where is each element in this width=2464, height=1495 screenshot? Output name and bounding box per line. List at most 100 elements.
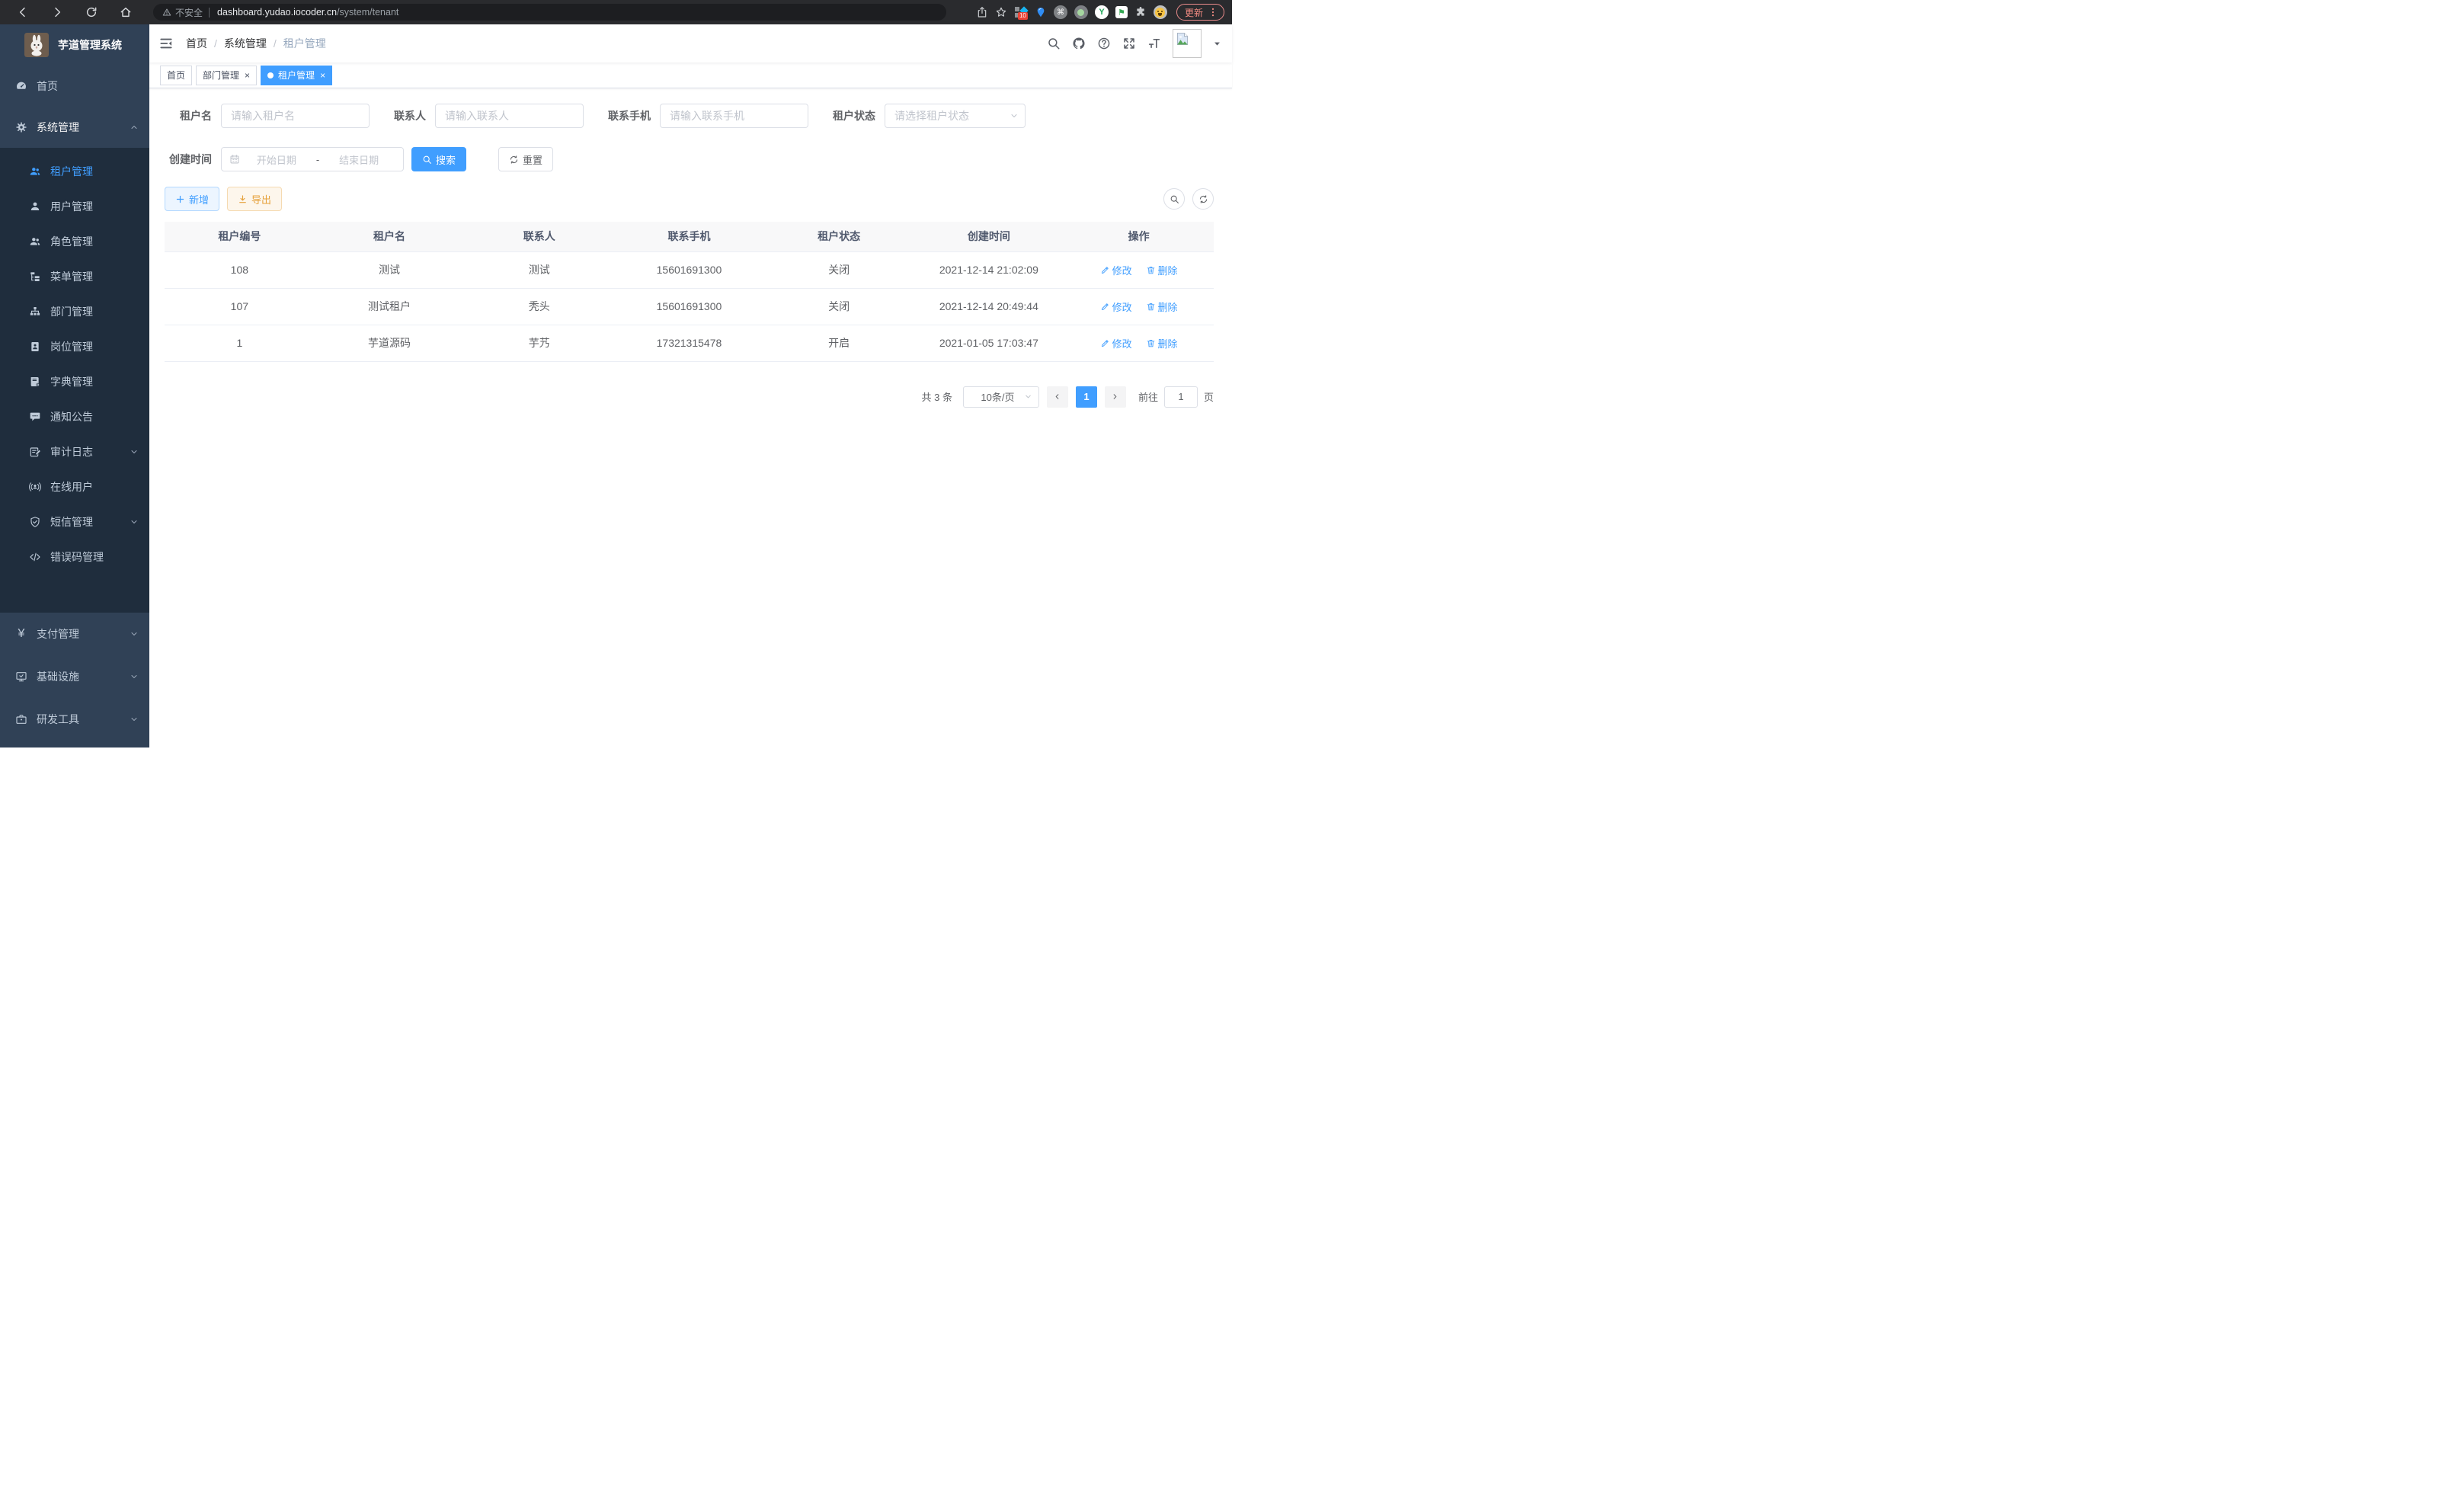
tab-home[interactable]: 首页 (160, 66, 192, 85)
cell-tenant-id: 107 (165, 288, 315, 325)
bookmark-star-button[interactable] (995, 6, 1007, 18)
delete-link[interactable]: 删除 (1146, 263, 1178, 277)
edit-link[interactable]: 修改 (1100, 263, 1132, 277)
edit-link[interactable]: 修改 (1100, 336, 1132, 351)
extensions-puzzle-icon[interactable] (1134, 6, 1147, 18)
tenant-name-input[interactable] (221, 104, 370, 128)
security-label[interactable]: 不安全 (175, 6, 203, 19)
page-size-select[interactable]: 10条/页 (963, 386, 1039, 408)
create-time-range-picker[interactable]: 开始日期 - 结束日期 (221, 147, 404, 171)
close-icon[interactable]: × (320, 71, 325, 80)
sidebar-collapse-button[interactable] (158, 36, 174, 51)
end-date-placeholder[interactable]: 结束日期 (322, 152, 395, 167)
sidebar-item-infrastructure[interactable]: 基础设施 (0, 655, 149, 698)
fullscreen-icon[interactable] (1122, 37, 1136, 50)
gear-icon (15, 121, 27, 133)
extension-yudao-icon[interactable]: Y (1095, 5, 1109, 19)
tab-department[interactable]: 部门管理 × (196, 66, 257, 85)
avatar-dropdown-caret[interactable] (1213, 40, 1221, 48)
col-contact: 联系人 (464, 222, 614, 251)
sidebar-item-roles[interactable]: 角色管理 (0, 224, 149, 259)
browser-reload-button[interactable] (81, 2, 102, 23)
next-page-button[interactable] (1105, 386, 1126, 408)
refresh-table-button[interactable] (1192, 188, 1214, 210)
table-row: 107 测试租户 秃头 15601691300 关闭 2021-12-14 20… (165, 288, 1214, 325)
table-row: 108 测试 测试 15601691300 关闭 2021-12-14 21:0… (165, 251, 1214, 288)
extension-balloon-icon[interactable] (1035, 6, 1047, 18)
avatar[interactable] (1173, 29, 1202, 58)
contact-input[interactable] (435, 104, 584, 128)
goto-page-input[interactable] (1164, 386, 1198, 408)
cell-phone: 15601691300 (614, 288, 764, 325)
github-icon[interactable] (1072, 37, 1086, 50)
export-button[interactable]: 导出 (227, 187, 282, 211)
status-select[interactable]: 请选择租户状态 (885, 104, 1026, 128)
add-button[interactable]: 新增 (165, 187, 219, 211)
table-row: 1 芋道源码 芋艿 17321315478 开启 2021-01-05 17:0… (165, 325, 1214, 361)
sidebar-item-dev-tools[interactable]: 研发工具 (0, 698, 149, 741)
sidebar-item-users[interactable]: 用户管理 (0, 189, 149, 224)
url-host: dashboard.yudao.iocoder.cn (217, 7, 337, 18)
sidebar-item-audit-log[interactable]: 审计日志 (0, 434, 149, 469)
prev-page-button[interactable] (1047, 386, 1068, 408)
address-bar[interactable]: 不安全 dashboard.yudao.iocoder.cn /system/t… (153, 4, 946, 21)
trash-icon (1146, 265, 1156, 275)
extension-command-icon[interactable]: ⌘ (1054, 5, 1067, 19)
app-logo-bunny (24, 33, 49, 57)
calendar-icon (229, 154, 240, 165)
page-number-current[interactable]: 1 (1076, 386, 1097, 408)
help-question-icon[interactable] (1097, 37, 1111, 50)
sidebar-item-posts[interactable]: 岗位管理 (0, 329, 149, 364)
cell-phone: 17321315478 (614, 325, 764, 361)
browser-back-button[interactable] (12, 2, 34, 23)
start-date-placeholder[interactable]: 开始日期 (240, 152, 313, 167)
col-phone: 联系手机 (614, 222, 764, 251)
header-search-icon[interactable] (1047, 37, 1061, 50)
sidebar-item-sms[interactable]: 短信管理 (0, 504, 149, 539)
kebab-menu-icon (1208, 7, 1218, 18)
sidebar-item-system[interactable]: 系统管理 (0, 107, 149, 148)
extension-blocks-icon[interactable]: 10 (1014, 5, 1028, 19)
pagination: 共 3 条 10条/页 1 前往 页 (165, 386, 1214, 408)
cell-contact: 测试 (464, 251, 614, 288)
sidebar-item-menus[interactable]: 菜单管理 (0, 259, 149, 294)
toggle-search-button[interactable] (1163, 188, 1185, 210)
search-button[interactable]: 搜索 (411, 147, 466, 171)
breadcrumb-system[interactable]: 系统管理 (224, 36, 267, 51)
extension-emoji-icon[interactable] (1154, 5, 1167, 19)
delete-link[interactable]: 删除 (1146, 336, 1178, 351)
reset-button[interactable]: 重置 (498, 147, 553, 171)
sidebar-item-error-codes[interactable]: 错误码管理 (0, 539, 149, 575)
app-logo-row[interactable]: 芋道管理系统 (0, 24, 149, 66)
browser-update-menu[interactable]: 更新 (1176, 4, 1224, 21)
close-icon[interactable]: × (245, 71, 250, 80)
pagination-total: 共 3 条 (922, 389, 952, 404)
sidebar-item-departments[interactable]: 部门管理 (0, 294, 149, 329)
browser-home-button[interactable] (115, 2, 136, 23)
edit-link[interactable]: 修改 (1100, 299, 1132, 314)
extension-flag-icon[interactable]: ⚑ (1115, 6, 1128, 18)
edit-icon (1100, 265, 1110, 275)
sidebar-item-payment[interactable]: ¥ 支付管理 (0, 613, 149, 655)
create-time-label: 创建时间 (165, 152, 212, 167)
phone-input[interactable] (660, 104, 808, 128)
tab-tenant-active[interactable]: 租户管理 × (261, 66, 332, 85)
share-button[interactable] (976, 6, 988, 18)
edit-icon (1100, 338, 1110, 348)
page-unit-label: 页 (1204, 389, 1214, 404)
sidebar-item-online-users[interactable]: 在线用户 (0, 469, 149, 504)
sidebar-item-tenant[interactable]: 租户管理 (0, 154, 149, 189)
col-created: 创建时间 (914, 222, 1064, 251)
delete-link[interactable]: 删除 (1146, 299, 1178, 314)
sidebar-item-notices[interactable]: 通知公告 (0, 399, 149, 434)
browser-forward-button[interactable] (46, 2, 68, 23)
font-size-icon[interactable] (1147, 37, 1161, 50)
sidebar-item-dictionary[interactable]: 字典管理 (0, 364, 149, 399)
cell-actions: 修改 删除 (1064, 325, 1214, 361)
cell-status: 关闭 (764, 288, 914, 325)
download-icon (238, 194, 248, 204)
breadcrumb-home[interactable]: 首页 (186, 36, 207, 51)
extension-recorder-icon[interactable] (1074, 5, 1088, 19)
briefcase-icon (15, 713, 27, 725)
sidebar-item-home[interactable]: 首页 (0, 66, 149, 107)
